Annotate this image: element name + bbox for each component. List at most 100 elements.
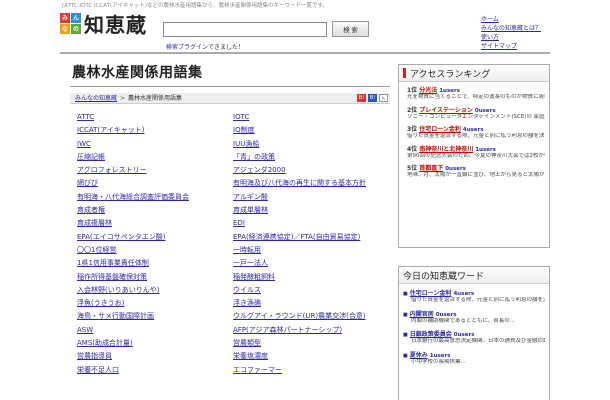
page-title: 農林水産関係用語集 bbox=[72, 65, 203, 81]
ranking-term-link[interactable]: 住宅ローン金利 bbox=[419, 126, 461, 133]
access-ranking: アクセスランキング 1位 分光法 1users 光を物質に当てることで、特定の波長のも… bbox=[398, 64, 550, 248]
title-divider bbox=[70, 86, 390, 87]
term-link[interactable]: 栄養不足人口 bbox=[77, 364, 233, 377]
rank-number: 2位 bbox=[407, 106, 418, 114]
term-link[interactable]: ICCAT(アイキャット) bbox=[77, 124, 233, 137]
term-link[interactable]: 網びび bbox=[77, 177, 233, 190]
search-plugin-note: できました！ bbox=[208, 44, 245, 51]
term-link[interactable]: EPA(経済連携協定)／FTA(自由貿易協定) bbox=[233, 231, 398, 244]
nav-howto[interactable]: 使い方 bbox=[481, 33, 541, 42]
today-word-link[interactable]: 夏休み bbox=[410, 352, 428, 359]
today-word-description: 借りた資金を返済する際、元金と別に払う利息の額を決める率。元金... bbox=[411, 297, 545, 303]
term-link[interactable]: IUU漁船 bbox=[233, 138, 398, 151]
term-link[interactable]: 1県1信用事業責任体制 bbox=[77, 257, 233, 270]
term-link[interactable]: 浮魚(うきうお) bbox=[77, 297, 233, 310]
term-link[interactable]: 浮き漁礁 bbox=[233, 297, 398, 310]
ranking-term-description: 第90回の記念大会のため、今夏の神奈川大会では2校が甲子園の選手権大会に出... bbox=[407, 152, 545, 159]
breadcrumb-home[interactable]: みんなの知恵蔵 bbox=[75, 95, 117, 102]
term-link[interactable]: エコファーマー bbox=[233, 364, 398, 377]
logo-char: の bbox=[71, 23, 81, 34]
search-button[interactable]: 検 索 bbox=[332, 21, 369, 37]
users-count: 0users bbox=[474, 107, 496, 114]
ranking-term-description: 借りた資金を返済する際、元金と別に払う利息の額を決める率。元金... bbox=[407, 133, 545, 139]
users-badge[interactable]: 1users bbox=[475, 147, 496, 153]
today-word-description: 日本銀行の最高意思決定機関。日本の通貨及び金融の調節... bbox=[411, 338, 545, 344]
nav-sitemap[interactable]: サイトマップ bbox=[481, 42, 541, 51]
nav-home[interactable]: ホーム bbox=[481, 15, 541, 24]
bookmark-icon[interactable]: B! bbox=[357, 94, 366, 102]
bullet-icon: ■ bbox=[403, 311, 408, 318]
header-divider bbox=[60, 52, 550, 54]
search-input[interactable] bbox=[163, 22, 327, 37]
breadcrumb-current: 農林水産関係用語集 bbox=[128, 95, 183, 102]
ranking-item-line: 3位 住宅ローン金利 4users bbox=[407, 124, 545, 133]
today-word-link[interactable]: 日銀政策委員会 bbox=[410, 331, 452, 338]
term-link[interactable]: 「青」の政策 bbox=[233, 151, 398, 164]
term-link[interactable]: 育成複層林 bbox=[77, 217, 233, 230]
term-link[interactable]: 営農類型 bbox=[233, 337, 398, 350]
users-count: 1users bbox=[475, 146, 496, 153]
today-word-line: ■ 内閣官房 0users bbox=[403, 309, 545, 318]
main-content: 農林水産関係用語集 みんなの知恵蔵 > 農林水産関係用語集 B! B! ✎ ATTC… bbox=[70, 62, 390, 377]
header-bar-icon bbox=[403, 68, 406, 78]
term-link[interactable]: 入会林野(いりあいりんや) bbox=[77, 284, 233, 297]
term-link[interactable]: 有明海・八代海総合調査評価委員会 bbox=[77, 191, 233, 204]
term-link[interactable]: EPA(エイコサペンタエン酸) bbox=[77, 231, 233, 244]
term-link[interactable]: ATTC bbox=[77, 111, 233, 124]
term-link[interactable]: AMS(助成合計量) bbox=[77, 337, 233, 350]
logo-char: な bbox=[60, 23, 70, 34]
term-link[interactable]: 栄養塩濃度 bbox=[233, 350, 398, 363]
bullet-icon: ■ bbox=[403, 352, 408, 359]
ranking-term-link[interactable]: 首都直下 bbox=[419, 165, 443, 172]
today-word-line: ■ 日銀政策委員会 0users bbox=[403, 329, 545, 338]
users-badge[interactable]: 0users bbox=[436, 312, 457, 318]
ranking-item-line: 1位 分光法 1users bbox=[407, 85, 545, 94]
today-word-link[interactable]: 内閣官房 bbox=[410, 311, 434, 318]
term-link[interactable]: ウルグアイ・ラウンド(UR)農業交渉(合意) bbox=[233, 310, 398, 323]
term-link[interactable]: アルギン酸 bbox=[233, 191, 398, 204]
today-title: 今日の知恵蔵ワード bbox=[403, 271, 485, 282]
term-link[interactable]: 稲発酵粗飼料 bbox=[233, 271, 398, 284]
ranking-item: 2位 プレイステーション 0users ソニー・コンピュータエンタテインメント(SCE… bbox=[399, 102, 549, 122]
term-link[interactable]: アグロフォレストリー bbox=[77, 164, 233, 177]
term-link[interactable]: ウイルス bbox=[233, 284, 398, 297]
today-word-link[interactable]: 住宅ローン金利 bbox=[410, 290, 452, 297]
term-link[interactable]: 圧縮記帳 bbox=[77, 151, 233, 164]
term-link[interactable]: 有明海及び八代海の再生に関する基本方針 bbox=[233, 177, 398, 190]
logo-text: 知恵蔵 bbox=[84, 12, 147, 37]
term-link[interactable]: 一時転用 bbox=[233, 244, 398, 257]
today-word-description: 内閣の補助機関であるとともに、首長の... bbox=[411, 317, 516, 324]
term-link[interactable]: 育成者権 bbox=[77, 204, 233, 217]
hatena-bookmark-icon[interactable]: B! bbox=[368, 94, 377, 102]
ranking-item-line: 5位 首都直下 0users bbox=[407, 163, 545, 172]
ranking-term-link[interactable]: 南神奈川と北神奈川 bbox=[419, 146, 473, 153]
nav-about[interactable]: みんなの知恵蔵とは？ bbox=[481, 24, 541, 33]
term-link[interactable]: IQ制度 bbox=[233, 124, 398, 137]
term-link[interactable]: 育成単層林 bbox=[233, 204, 398, 217]
edit-icon[interactable]: ✎ bbox=[379, 94, 388, 102]
ranking-term-link[interactable]: プレイステーション bbox=[419, 107, 473, 114]
term-link[interactable]: 稲作所得基盤確保対策 bbox=[77, 271, 233, 284]
term-link[interactable]: 営農指導員 bbox=[77, 350, 233, 363]
term-link[interactable]: 海鳥・サメ行動国際計画 bbox=[77, 310, 233, 323]
ranking-term-link[interactable]: 分光法 bbox=[419, 87, 437, 94]
search-plugin-link[interactable]: 検索プラグイン bbox=[166, 44, 208, 51]
site-logo[interactable]: み ん な の 知恵蔵 bbox=[60, 12, 147, 37]
today-word-item: ■ 日銀政策委員会 0users 日本銀行の最高意思決定機関。日本の通貨及び金融の調節… bbox=[399, 325, 549, 346]
term-link[interactable]: 〇〇1位経営 bbox=[77, 244, 233, 257]
bookmark-icons: B! B! ✎ bbox=[357, 94, 388, 102]
ranking-term-description: ソニー・コンピュータエンタテインメント(SCE)の 家庭用ゲーム機。1994..… bbox=[407, 113, 545, 120]
today-word-line: ■ 夏休み 1users bbox=[403, 350, 545, 359]
users-badge[interactable]: 0users bbox=[475, 108, 496, 114]
users-badge[interactable]: 1users bbox=[430, 353, 451, 359]
logo-char: み bbox=[60, 12, 70, 23]
term-link[interactable]: アジェンダ2000 bbox=[233, 164, 398, 177]
term-link[interactable]: 一戸一法人 bbox=[233, 257, 398, 270]
term-link[interactable]: ASW bbox=[77, 324, 233, 337]
term-link[interactable]: AFP(アジア森林パートナーシップ) bbox=[233, 324, 398, 337]
term-link[interactable]: IOTC bbox=[233, 111, 398, 124]
search-plugin-notice: 検索プラグインできました！ bbox=[166, 42, 244, 51]
term-link[interactable]: IWC bbox=[77, 138, 233, 151]
users-count: 0users bbox=[435, 311, 457, 318]
term-link[interactable]: EDI bbox=[233, 217, 398, 230]
